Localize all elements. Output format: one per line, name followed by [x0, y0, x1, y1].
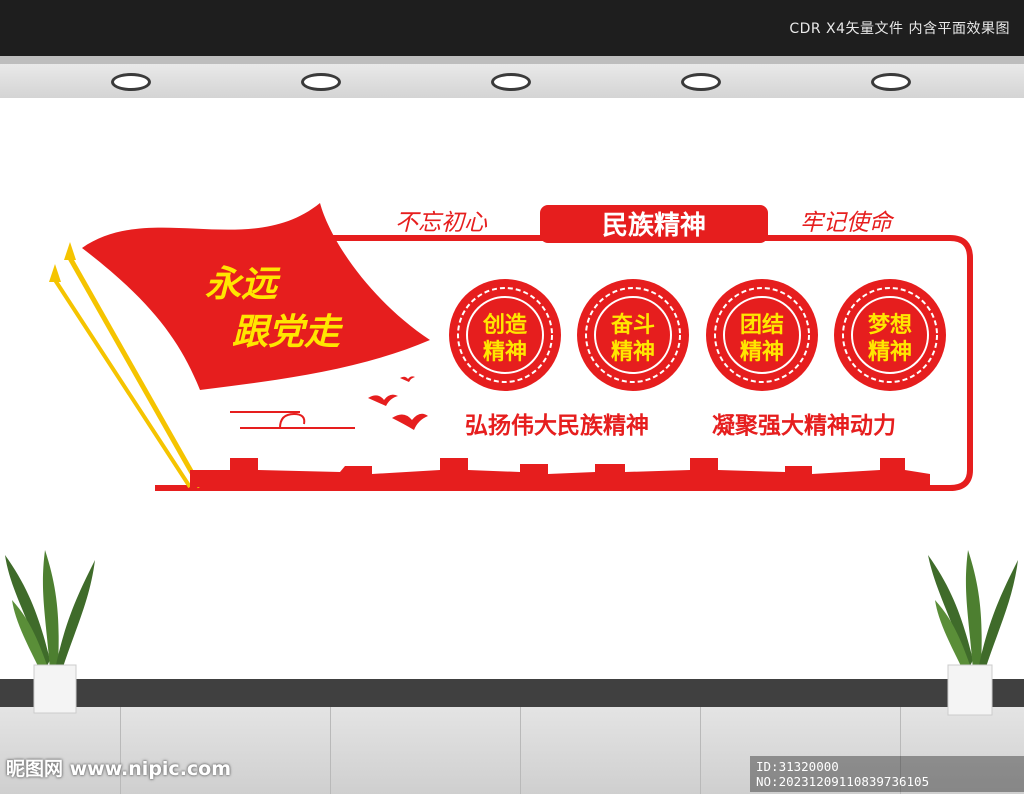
dove-icon: [368, 394, 398, 406]
header-left-slogan: 不忘初心: [395, 210, 488, 236]
flag-text-line1: 永远: [205, 263, 281, 305]
medallion-1-line1: 创造: [482, 313, 527, 338]
flag-text-line2: 跟党走: [232, 311, 344, 353]
dove-icon: [392, 413, 428, 430]
potted-plant-right: [928, 550, 1018, 716]
potted-plant-left: [5, 550, 95, 714]
slogan-left: 弘扬伟大民族精神: [465, 412, 649, 439]
image-id-watermark: ID:31320000 NO:20231209110839736105: [750, 756, 1024, 792]
header-title: 民族精神: [602, 210, 706, 241]
great-wall-silhouette: [190, 458, 930, 487]
medallion-3-line1: 团结: [740, 312, 784, 338]
medallion-4-line1: 梦想: [868, 312, 912, 338]
header-right-slogan: 牢记使命: [800, 210, 895, 236]
medallion-2-line1: 奋斗: [610, 313, 655, 338]
slogan-right: 凝聚强大精神动力: [712, 412, 896, 439]
medallion-3-line2: 精神: [740, 339, 784, 365]
pole-tip: [49, 264, 61, 282]
medallion-1-line2: 精神: [483, 339, 527, 365]
nipic-watermark: 昵图网 www.nipic.com: [6, 758, 232, 780]
culture-wall-artwork: 永远 跟党走 不忘初心 民族精神 牢记使命 创造 精神 奋斗 精神 团结 精神 …: [5, 203, 1018, 716]
medallion-2-line2: 精神: [611, 339, 655, 365]
medallion-4-line2: 精神: [868, 339, 912, 365]
dove-icon: [400, 376, 415, 382]
pole-tip: [64, 242, 76, 260]
cloud-swirl-icon: [279, 412, 306, 429]
